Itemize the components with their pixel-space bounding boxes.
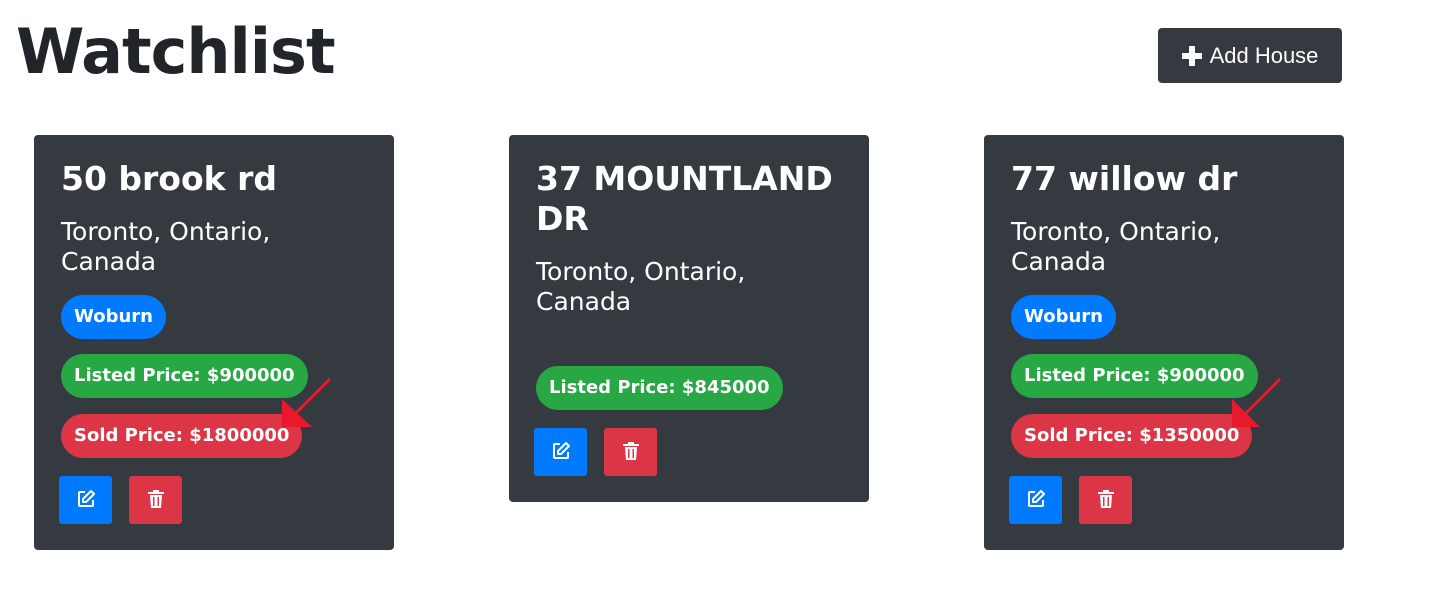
sold-price-badge: Sold Price: $1800000 [61, 414, 303, 458]
house-card: 50 brook rd Toronto, Ontario, Canada Wob… [34, 135, 394, 550]
watchlist-page: Watchlist Add House 50 brook rd Toronto,… [0, 0, 1451, 598]
house-location: Toronto, Ontario, Canada [61, 217, 271, 276]
neighbourhood-badge: Woburn [1011, 295, 1116, 339]
delete-house-button[interactable] [129, 476, 182, 524]
listed-price-badge: Listed Price: $845000 [536, 366, 783, 410]
trash-icon [1097, 489, 1114, 511]
edit-house-button[interactable] [534, 428, 587, 476]
delete-house-button[interactable] [1079, 476, 1132, 524]
add-house-label: Add House [1209, 42, 1319, 68]
trash-icon [622, 441, 639, 463]
house-address: 37 MOUNTLAND DR [536, 159, 833, 238]
plus-icon [1181, 45, 1202, 66]
listed-price-badge: Listed Price: $900000 [1011, 354, 1258, 398]
house-address: 50 brook rd [61, 159, 277, 198]
neighbourhood-badge: Woburn [61, 295, 166, 339]
house-location: Toronto, Ontario, Canada [1011, 217, 1221, 276]
house-address: 77 willow dr [1011, 159, 1238, 198]
edit-house-button[interactable] [59, 476, 112, 524]
edit-house-button[interactable] [1009, 476, 1062, 524]
house-card: 37 MOUNTLAND DR Toronto, Ontario, Canada… [509, 135, 869, 502]
edit-icon [551, 441, 571, 464]
trash-icon [147, 489, 164, 511]
add-house-button[interactable]: Add House [1158, 28, 1342, 83]
listed-price-badge: Listed Price: $900000 [61, 354, 308, 398]
house-location: Toronto, Ontario, Canada [536, 257, 746, 316]
edit-icon [76, 489, 96, 512]
house-card: 77 willow dr Toronto, Ontario, Canada Wo… [984, 135, 1344, 550]
delete-house-button[interactable] [604, 428, 657, 476]
edit-icon [1026, 489, 1046, 512]
sold-price-badge: Sold Price: $1350000 [1011, 414, 1253, 458]
page-title: Watchlist [16, 15, 336, 88]
